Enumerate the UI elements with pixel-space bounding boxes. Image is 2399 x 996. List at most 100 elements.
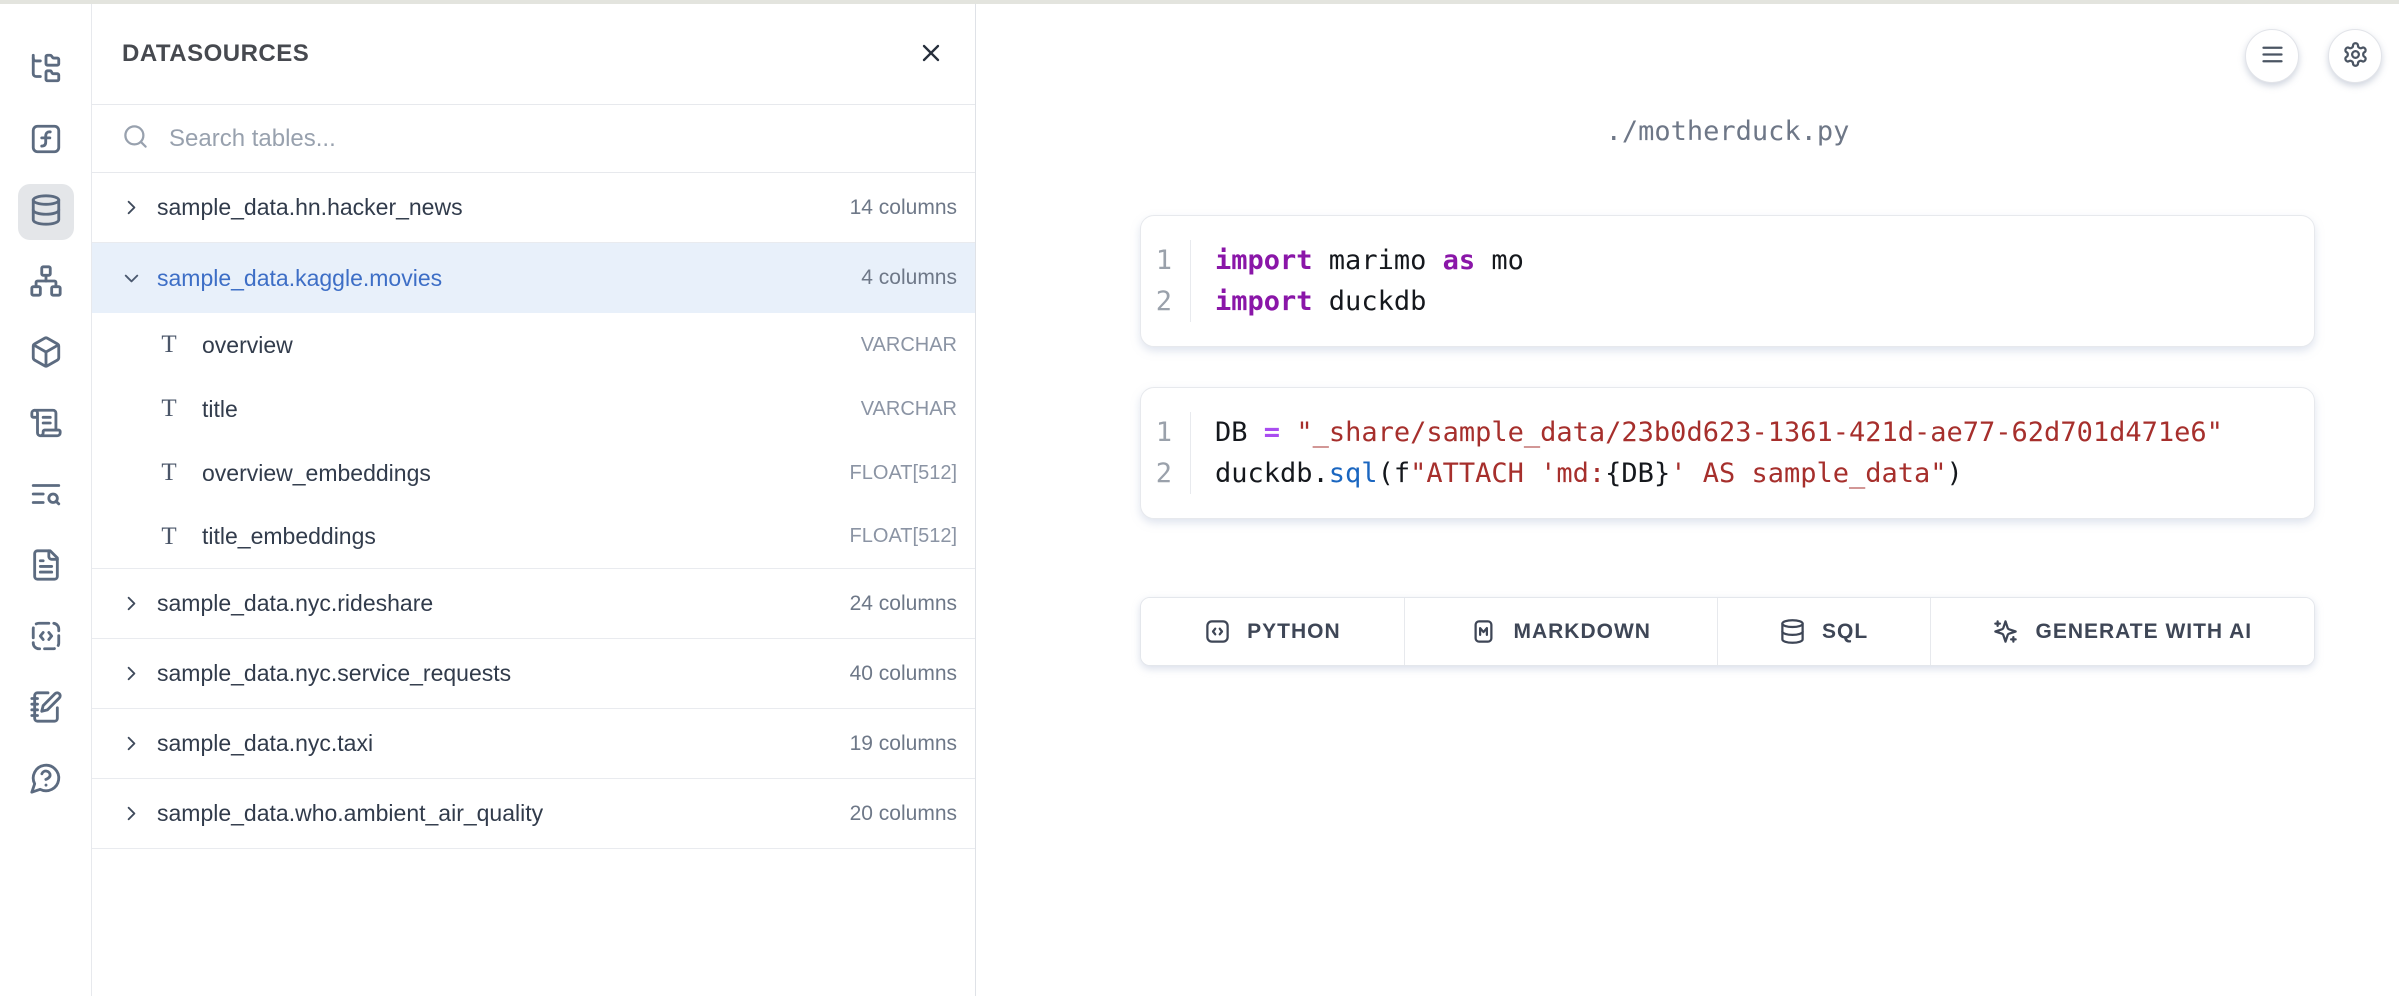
column-type: FLOAT[512]	[850, 462, 959, 485]
sidebar-item-help[interactable]	[18, 752, 74, 808]
table-name: sample_data.nyc.rideshare	[157, 590, 433, 617]
box-icon	[29, 335, 63, 374]
type-icon: T	[158, 459, 180, 487]
column-row[interactable]: ToverviewVARCHAR	[92, 313, 975, 377]
activity-bar	[0, 4, 92, 996]
table-row[interactable]: sample_data.who.ambient_air_quality20 co…	[92, 779, 975, 849]
code-token: DB	[1215, 417, 1264, 448]
network-icon	[29, 264, 63, 303]
sidebar-item-datasources[interactable]	[18, 184, 74, 240]
sidebar-item-packages[interactable]	[18, 326, 74, 382]
table-name: sample_data.hn.hacker_news	[157, 194, 463, 221]
markdown-square-icon	[1470, 618, 1497, 645]
code-text: DB = "_share/sample_data/23b0d623-1361-4…	[1191, 412, 2223, 453]
table-name: sample_data.nyc.taxi	[157, 730, 373, 757]
table-row[interactable]: sample_data.nyc.taxi19 columns	[92, 709, 975, 779]
code-cell[interactable]: 1import marimo as mo2 import duckdb	[1140, 215, 2315, 347]
sidebar-item-dependencies[interactable]	[18, 255, 74, 311]
code-token: mo	[1475, 245, 1524, 276]
code-line: 2duckdb.sql(f"ATTACH 'md:{DB}' AS sample…	[1141, 453, 2314, 494]
sidebar-item-documentation[interactable]	[18, 539, 74, 595]
search-input[interactable]	[169, 125, 945, 153]
search-bar	[92, 105, 975, 173]
datasources-panel: DATASOURCES sample_data.hn.hacker_news 14…	[92, 4, 976, 996]
notebook-area: ./motherduck.py 1import marimo as mo2imp…	[976, 4, 2399, 996]
table-name: sample_data.nyc.service_requests	[157, 660, 511, 687]
code-token: sql	[1329, 458, 1378, 489]
file-text-icon	[29, 548, 63, 587]
table-row[interactable]: sample_data.nyc.rideshare 24 columns	[92, 569, 975, 639]
sidebar-item-search-logs[interactable]	[18, 468, 74, 524]
database-icon	[1779, 618, 1806, 645]
add-cell-buttons: PYTHON MARKDOWN SQL GENERATE WITH AI	[1140, 597, 2315, 666]
column-name: title_embeddings	[202, 523, 376, 550]
code-token: duckdb	[1313, 286, 1427, 317]
code-line: 1DB = "_share/sample_data/23b0d623-1361-…	[1141, 412, 2314, 453]
sidebar-item-file-explorer[interactable]	[18, 42, 74, 98]
column-name: overview	[202, 332, 293, 359]
panel-header: DATASOURCES	[92, 4, 975, 105]
panel-title: DATASOURCES	[122, 40, 309, 68]
column-type: VARCHAR	[861, 334, 959, 357]
chevron-right-icon	[120, 802, 143, 825]
table-column-count: 24 columns	[850, 592, 959, 616]
add-cell-button-label: GENERATE WITH AI	[2035, 620, 2252, 644]
message-question-icon	[29, 761, 63, 800]
code-token: marimo	[1313, 245, 1443, 276]
app-root: DATASOURCES sample_data.hn.hacker_news14…	[0, 0, 2399, 996]
line-number: 2	[1141, 453, 1191, 494]
code-square-icon	[1204, 618, 1231, 645]
table-name: sample_data.kaggle.movies	[157, 265, 442, 292]
sidebar-item-notebook[interactable]	[18, 681, 74, 737]
code-token: duckdb.	[1215, 458, 1329, 489]
add-cell-sql-button[interactable]: SQL	[1718, 598, 1931, 665]
sidebar-item-scratchpad[interactable]	[18, 610, 74, 666]
add-cell-generate-with-ai-button[interactable]: GENERATE WITH AI	[1931, 598, 2314, 665]
menu-button[interactable]	[2245, 29, 2299, 83]
column-row[interactable]: Toverview_embeddingsFLOAT[512]	[92, 441, 975, 505]
line-number: 1	[1141, 412, 1191, 453]
column-type: VARCHAR	[861, 398, 959, 421]
add-cell-button-label: PYTHON	[1247, 620, 1341, 644]
table-name: sample_data.who.ambient_air_quality	[157, 800, 543, 827]
notebook-filename[interactable]: ./motherduck.py	[1140, 116, 2315, 147]
chevron-right-icon	[120, 196, 143, 219]
notebook-pen-icon	[29, 690, 63, 729]
code-text: import marimo as mo	[1191, 240, 1524, 281]
line-number: 2	[1141, 281, 1191, 322]
scroll-text-icon	[29, 406, 63, 445]
table-row[interactable]: sample_data.kaggle.movies4 columns	[92, 243, 975, 313]
column-name: title	[202, 396, 238, 423]
code-line: 1import marimo as mo	[1141, 240, 2314, 281]
database-icon	[29, 193, 63, 232]
column-row[interactable]: Ttitle_embeddingsFLOAT[512]	[92, 505, 975, 569]
code-cell[interactable]: 1DB = "_share/sample_data/23b0d623-1361-…	[1140, 387, 2315, 519]
chevron-down-icon	[120, 267, 143, 290]
code-token: "_share/sample_data/23b0d623-1361-421d-a…	[1296, 417, 2223, 448]
text-search-icon	[29, 477, 63, 516]
sidebar-item-functions[interactable]	[18, 113, 74, 169]
cells-container: 1import marimo as mo2import duckdb1DB = …	[1140, 215, 2315, 519]
code-token: ' AS sample_data"	[1670, 458, 1946, 489]
folder-tree-icon	[29, 51, 63, 90]
settings-button[interactable]	[2328, 29, 2382, 83]
add-cell-markdown-button[interactable]: MARKDOWN	[1405, 598, 1718, 665]
column-type: FLOAT[512]	[850, 525, 959, 548]
menu-icon	[2259, 41, 2286, 71]
code-text: duckdb.sql(f"ATTACH 'md:{DB}' AS sample_…	[1191, 453, 1963, 494]
table-row[interactable]: sample_data.hn.hacker_news 14 columns	[92, 173, 975, 243]
table-row[interactable]: sample_data.nyc.service_requests 40 colum…	[92, 639, 975, 709]
square-dashed-code-icon	[29, 619, 63, 658]
add-cell-python-button[interactable]: PYTHON	[1141, 598, 1405, 665]
code-token: import	[1215, 245, 1313, 276]
search-icon	[122, 123, 149, 155]
code-token: import	[1215, 286, 1313, 317]
sidebar-item-logs[interactable]	[18, 397, 74, 453]
close-panel-button[interactable]	[917, 39, 945, 70]
function-square-icon	[29, 122, 63, 161]
table-column-count: 14 columns	[850, 196, 959, 220]
column-row[interactable]: TtitleVARCHAR	[92, 377, 975, 441]
add-cell-button-label: SQL	[1822, 620, 1868, 644]
table-column-count: 40 columns	[850, 662, 959, 686]
code-token: "ATTACH 'md:	[1410, 458, 1605, 489]
